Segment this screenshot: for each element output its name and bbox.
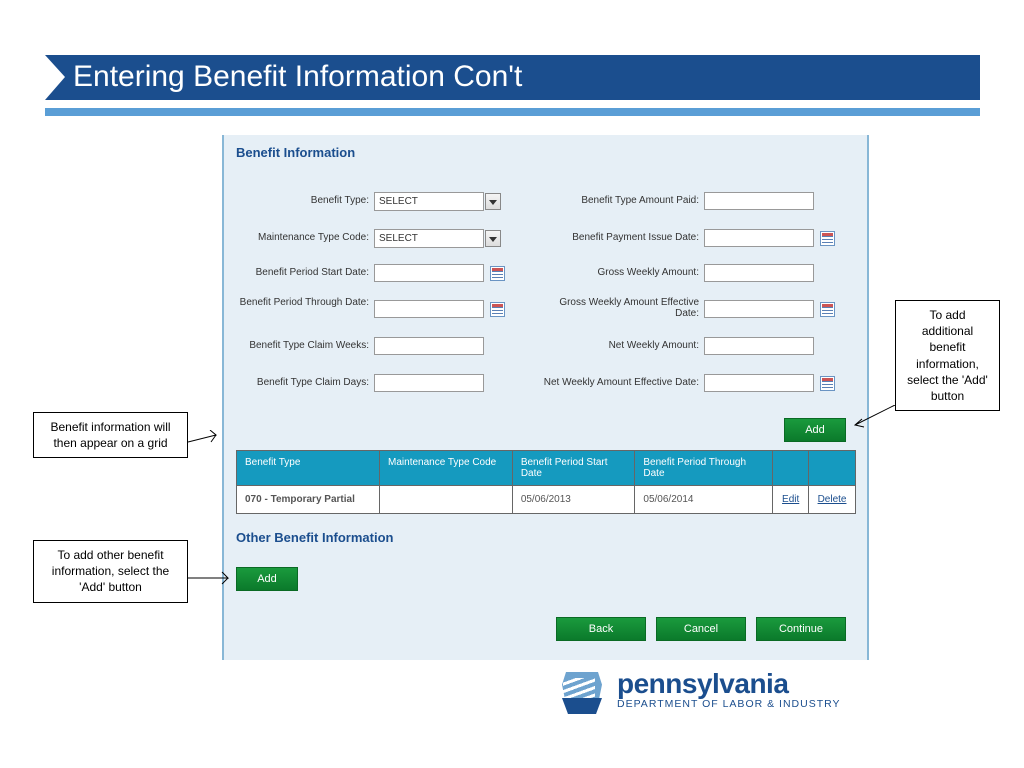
cell-through: 05/06/2014 (635, 486, 773, 514)
logo-text: pennsylvania DEPARTMENT OF LABOR & INDUS… (617, 670, 841, 710)
label-start-date: Benefit Period Start Date: (234, 267, 369, 278)
label-mtc: Maintenance Type Code: (234, 232, 369, 243)
input-net-weekly[interactable] (704, 337, 814, 355)
continue-button[interactable]: Continue (756, 617, 846, 641)
slide-title: Entering Benefit Information Con't (45, 55, 980, 99)
calendar-icon[interactable] (820, 376, 835, 391)
dropdown-icon[interactable] (485, 230, 501, 247)
back-button[interactable]: Back (556, 617, 646, 641)
input-gross-weekly[interactable] (704, 264, 814, 282)
col-through: Benefit Period Through Date (635, 451, 773, 486)
label-amount-paid: Benefit Type Amount Paid: (534, 195, 699, 206)
add-benefit-button[interactable]: Add (784, 418, 846, 442)
label-gross-weekly-eff: Gross Weekly Amount Effective Date: (534, 297, 699, 319)
section-other-benefit-title: Other Benefit Information (236, 530, 393, 545)
col-edit (773, 451, 809, 486)
title-underline (45, 108, 980, 116)
input-gross-weekly-eff[interactable] (704, 300, 814, 318)
logo-state: pennsylvania (617, 670, 841, 698)
callout-add-other: To add other benefit information, select… (33, 540, 188, 603)
cell-mtc (380, 486, 513, 514)
col-start: Benefit Period Start Date (512, 451, 635, 486)
select-benefit-type[interactable]: SELECT (374, 192, 484, 211)
table-row: 070 - Temporary Partial 05/06/2013 05/06… (237, 486, 856, 514)
benefit-panel: Benefit Information Benefit Type: Mainte… (222, 135, 869, 660)
callout-arrow-icon (850, 405, 900, 435)
label-through-date: Benefit Period Through Date: (234, 297, 369, 308)
callout-arrow-icon (188, 430, 228, 465)
calendar-icon[interactable] (490, 302, 505, 317)
input-issue-date[interactable] (704, 229, 814, 247)
input-start-date[interactable] (374, 264, 484, 282)
calendar-icon[interactable] (490, 266, 505, 281)
callout-grid: Benefit information will then appear on … (33, 412, 188, 458)
callout-add-benefit: To add additional benefit information, s… (895, 300, 1000, 411)
delete-link[interactable]: Delete (809, 486, 856, 514)
benefit-grid: Benefit Type Maintenance Type Code Benef… (236, 450, 856, 514)
slide-title-bar: Entering Benefit Information Con't (45, 55, 980, 100)
table-header-row: Benefit Type Maintenance Type Code Benef… (237, 451, 856, 486)
label-gross-weekly: Gross Weekly Amount: (534, 267, 699, 278)
col-delete (809, 451, 856, 486)
section-benefit-info-title: Benefit Information (236, 145, 355, 160)
cancel-button[interactable]: Cancel (656, 617, 746, 641)
label-issue-date: Benefit Payment Issue Date: (534, 232, 699, 243)
title-arrow-icon (45, 55, 65, 100)
calendar-icon[interactable] (820, 302, 835, 317)
col-mtc: Maintenance Type Code (380, 451, 513, 486)
input-net-weekly-eff[interactable] (704, 374, 814, 392)
input-through-date[interactable] (374, 300, 484, 318)
label-net-weekly: Net Weekly Amount: (534, 340, 699, 351)
label-claim-days: Benefit Type Claim Days: (234, 377, 369, 388)
add-other-benefit-button[interactable]: Add (236, 567, 298, 591)
cell-start: 05/06/2013 (512, 486, 635, 514)
form-area: Benefit Type: Maintenance Type Code: Ben… (234, 175, 859, 435)
keystone-icon (555, 672, 610, 714)
dropdown-icon[interactable] (485, 193, 501, 210)
label-benefit-type: Benefit Type: (234, 195, 369, 206)
label-net-weekly-eff: Net Weekly Amount Effective Date: (534, 377, 699, 388)
col-benefit-type: Benefit Type (237, 451, 380, 486)
logo-dept: DEPARTMENT OF LABOR & INDUSTRY (617, 698, 841, 710)
input-claim-weeks[interactable] (374, 337, 484, 355)
select-mtc[interactable]: SELECT (374, 229, 484, 248)
input-amount-paid[interactable] (704, 192, 814, 210)
input-claim-days[interactable] (374, 374, 484, 392)
edit-link[interactable]: Edit (773, 486, 809, 514)
calendar-icon[interactable] (820, 231, 835, 246)
callout-arrow-icon (188, 568, 238, 593)
cell-benefit-type: 070 - Temporary Partial (237, 486, 380, 514)
label-claim-weeks: Benefit Type Claim Weeks: (234, 340, 369, 351)
